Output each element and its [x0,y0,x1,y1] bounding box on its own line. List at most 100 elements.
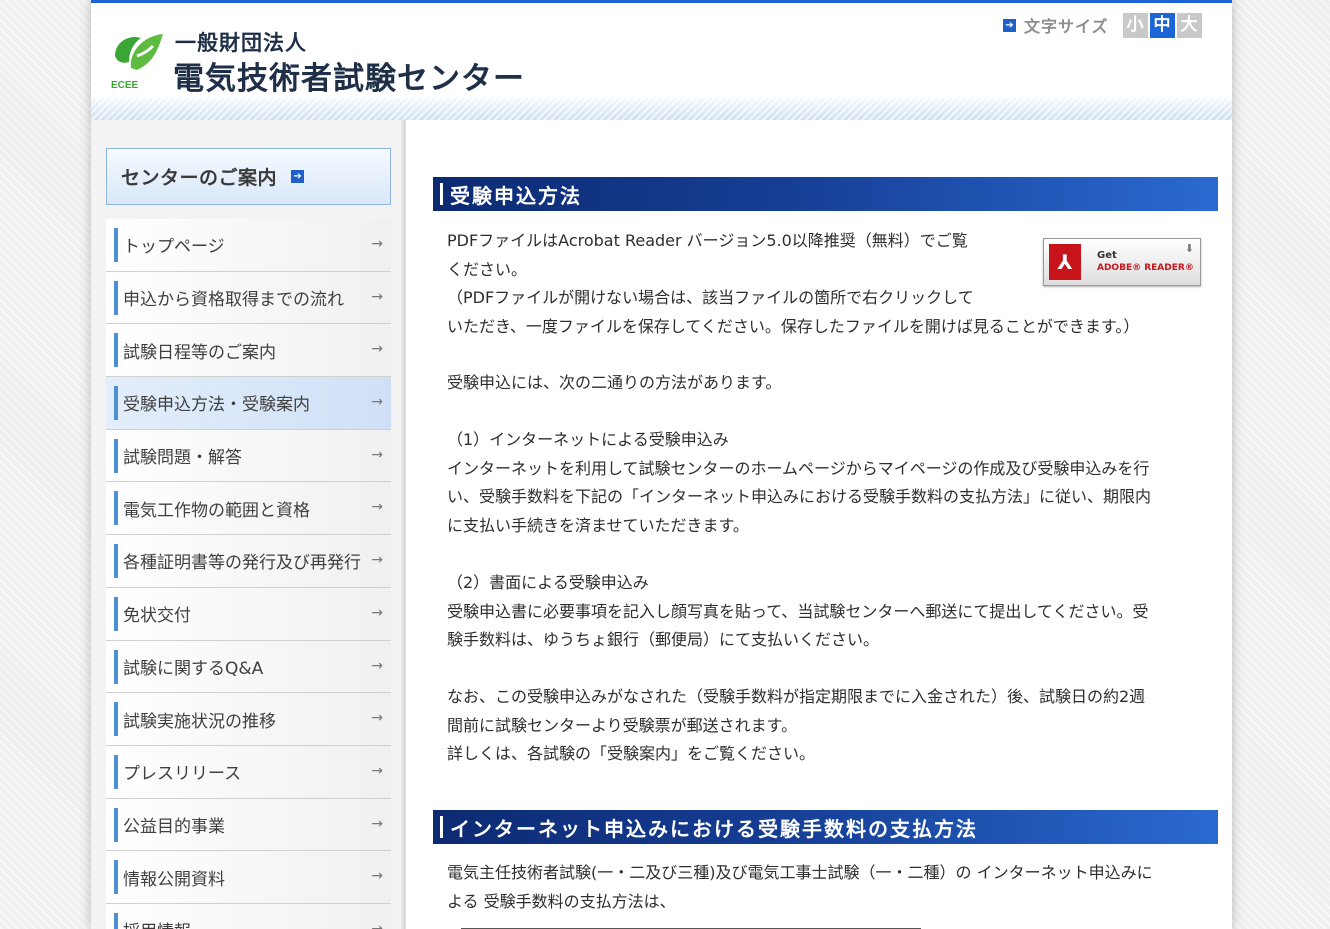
header-stripe [91,98,1232,120]
sidebar-item-label: 申込から資格取得までの流れ [123,290,344,311]
text-line: （PDFファイルが開けない場合は、該当ファイルの箇所で右クリックして [447,288,974,308]
nav-marker [114,491,118,526]
center-guide-button[interactable]: センターのご案内 ➔ [106,148,391,205]
text-line: なお、この受験申込みがなされた（受験手数料が指定期限までに入金された）後、試験日… [447,687,1146,706]
arrow-right-icon: → [371,446,383,463]
sidebar-item-application[interactable]: 受験申込方法・受験案内 → [106,377,391,430]
text-line: に支払い手続きを済ませていただきます。 [447,515,749,535]
nav-marker [114,438,118,473]
nav-marker [114,860,118,895]
sidebar-item-questions[interactable]: 試験問題・解答 → [106,429,391,483]
arrow-right-icon: → [371,499,383,516]
method-internet: （1）インターネットによる受験申込み インターネットを利用して試験センターのホー… [447,426,1207,540]
ecee-logo[interactable]: ECEE [107,28,169,91]
nav-marker [114,596,118,631]
sidebar: センターのご案内 ➔ トップページ → 申込から資格取得までの流れ → 試験日程等の… [91,120,406,929]
font-size-medium-button[interactable]: 中 [1149,12,1175,38]
center-guide-label: センターのご案内 [121,167,278,189]
text-line: いただき、一度ファイルを保存してください。保存したファイルを開けば見ることができ… [447,316,1140,336]
nav-marker [114,912,118,929]
section-heading-application: 受験申込方法 [433,177,1218,211]
text-line: 詳しくは、各試験の「受験案内」をご覧ください。 [447,744,816,764]
main-content: 受験申込方法 ⅄ Get ADOBE® READER® ⬇ PDFファイルはAc… [433,120,1218,929]
font-size-small-button[interactable]: 小 [1122,12,1148,38]
method-title: （2）書面による受験申込み [447,573,649,592]
nav-marker [114,544,118,579]
nav-marker [114,807,118,842]
method-title: （1）インターネットによる受験申込み [447,430,729,449]
sidebar-item-label: 情報公開資料 [123,869,225,890]
sidebar-item-license[interactable]: 免状交付 → [106,587,391,641]
sidebar-item-label: 受験申込方法・受験案内 [123,395,310,416]
sidebar-item-press[interactable]: プレスリリース → [106,745,391,799]
nav-marker [114,754,118,789]
nav-marker [114,649,118,684]
sidebar-item-recruit[interactable]: 採用情報 → [106,903,391,929]
section-heading-payment: インターネット申込みにおける受験手数料の支払方法 [433,810,1218,844]
arrow-right-icon: → [371,762,383,779]
arrow-right-icon: → [371,815,383,832]
pdf-notice: PDFファイルはAcrobat Reader バージョン5.0以降推奨（無料）で… [447,227,1207,341]
method-paper: （2）書面による受験申込み 受験申込書に必要事項を記入し顔写真を貼って、当試験セ… [447,569,1207,655]
sidebar-item-statistics[interactable]: 試験実施状況の推移 → [106,693,391,746]
arrow-right-icon: → [371,288,383,305]
note-paragraph: なお、この受験申込みがなされた（受験手数料が指定期限までに入金された）後、試験日… [447,683,1207,769]
org-name[interactable]: 電気技術者試験センター [173,53,525,98]
arrow-right-icon: → [371,657,383,674]
sidebar-item-label: 電気工作物の範囲と資格 [123,500,310,521]
sidebar-item-disclosure[interactable]: 情報公開資料 → [106,851,391,904]
arrow-right-icon: → [371,394,383,411]
text-line: インターネットを利用して試験センターのホームページからマイページの作成及び受験申… [447,458,1150,478]
font-size-large-button[interactable]: 大 [1176,12,1202,38]
sidebar-edge [401,120,405,929]
sidebar-item-public-benefit[interactable]: 公益目的事業 → [106,798,391,852]
nav-marker [114,280,118,315]
sidebar-item-label: プレスリリース [123,764,242,785]
sidebar-item-label: 試験問題・解答 [123,448,242,469]
text-line: 験手数料は、ゆうちょ銀行（郵便局）にて支払いください。 [447,630,880,650]
page: ECEE 一般財団法人 電気技術者試験センター ➔ 文字サイズ 小 中 大 セン… [91,0,1232,929]
sidebar-item-scope[interactable]: 電気工作物の範囲と資格 → [106,482,391,536]
sidebar-item-label: 試験に関するQ&A [123,658,264,679]
nav-marker [114,228,118,262]
sidebar-item-label: 免状交付 [123,606,191,627]
text-line: 間前に試験センターより受験票が郵送されます。 [447,715,798,735]
sidebar-item-label: 試験日程等のご案内 [123,342,276,363]
text-line: よる 受験手数料の支払方法は、 [447,891,676,911]
payment-paragraph: 電気主任技術者試験(一・二及び三種)及び電気工事士試験（一・二種）の インターネ… [447,859,1207,916]
text-line: PDFファイルはAcrobat Reader バージョン5.0以降推奨（無料）で… [447,231,968,250]
arrow-right-icon: → [371,710,383,727]
arrow-right-icon: → [371,341,383,358]
sidebar-item-label: 採用情報 [123,917,191,929]
nav-marker [114,702,118,737]
arrow-right-icon: → [371,604,383,621]
sidebar-item-qa[interactable]: 試験に関するQ&A → [106,640,391,694]
sidebar-item-label: 公益目的事業 [123,816,225,837]
sidebar-item-label: 試験実施状況の推移 [123,711,276,732]
text-line: ください。 [447,259,528,279]
sidebar-item-top[interactable]: トップページ → [106,219,391,272]
site-header: ECEE 一般財団法人 電気技術者試験センター ➔ 文字サイズ 小 中 大 [91,3,1232,120]
arrow-right-icon: → [371,236,383,252]
sidebar-item-label: トップページ [123,237,225,258]
arrow-right-icon: → [371,920,383,929]
sidebar-item-label: 各種証明書等の発行及び再発行 [123,553,361,574]
text-line: 受験申込書に必要事項を記入し顔写真を貼って、当試験センターへ郵送にて提出してくだ… [447,601,1149,621]
svg-text:ECEE: ECEE [111,80,139,90]
font-size-control: ➔ 文字サイズ 小 中 大 [1003,12,1204,38]
sidebar-item-flow[interactable]: 申込から資格取得までの流れ → [106,271,391,325]
sidebar-nav: トップページ → 申込から資格取得までの流れ → 試験日程等のご案内 → 受験申込方法… [106,219,391,929]
arrow-right-icon: → [371,868,383,885]
nav-marker [114,333,118,368]
section-title: 受験申込方法 [450,183,582,208]
arrow-right-icon: ➔ [1003,18,1016,32]
sidebar-item-schedule[interactable]: 試験日程等のご案内 → [106,324,391,378]
sidebar-item-certificates[interactable]: 各種証明書等の発行及び再発行 → [106,535,391,588]
intro-paragraph: 受験申込には、次の二通りの方法があります。 [447,369,1207,398]
arrow-right-icon: ➔ [291,170,305,183]
section-title: インターネット申込みにおける受験手数料の支払方法 [450,816,978,841]
text-line: い、受験手数料を下記の「インターネット申込みにおける受験手数料の支払方法」に従い… [447,487,1152,507]
nav-marker [114,386,118,421]
arrow-right-icon: → [371,552,383,569]
text-line: 電気主任技術者試験(一・二及び三種)及び電気工事士試験（一・二種）の インターネ… [447,863,1153,882]
